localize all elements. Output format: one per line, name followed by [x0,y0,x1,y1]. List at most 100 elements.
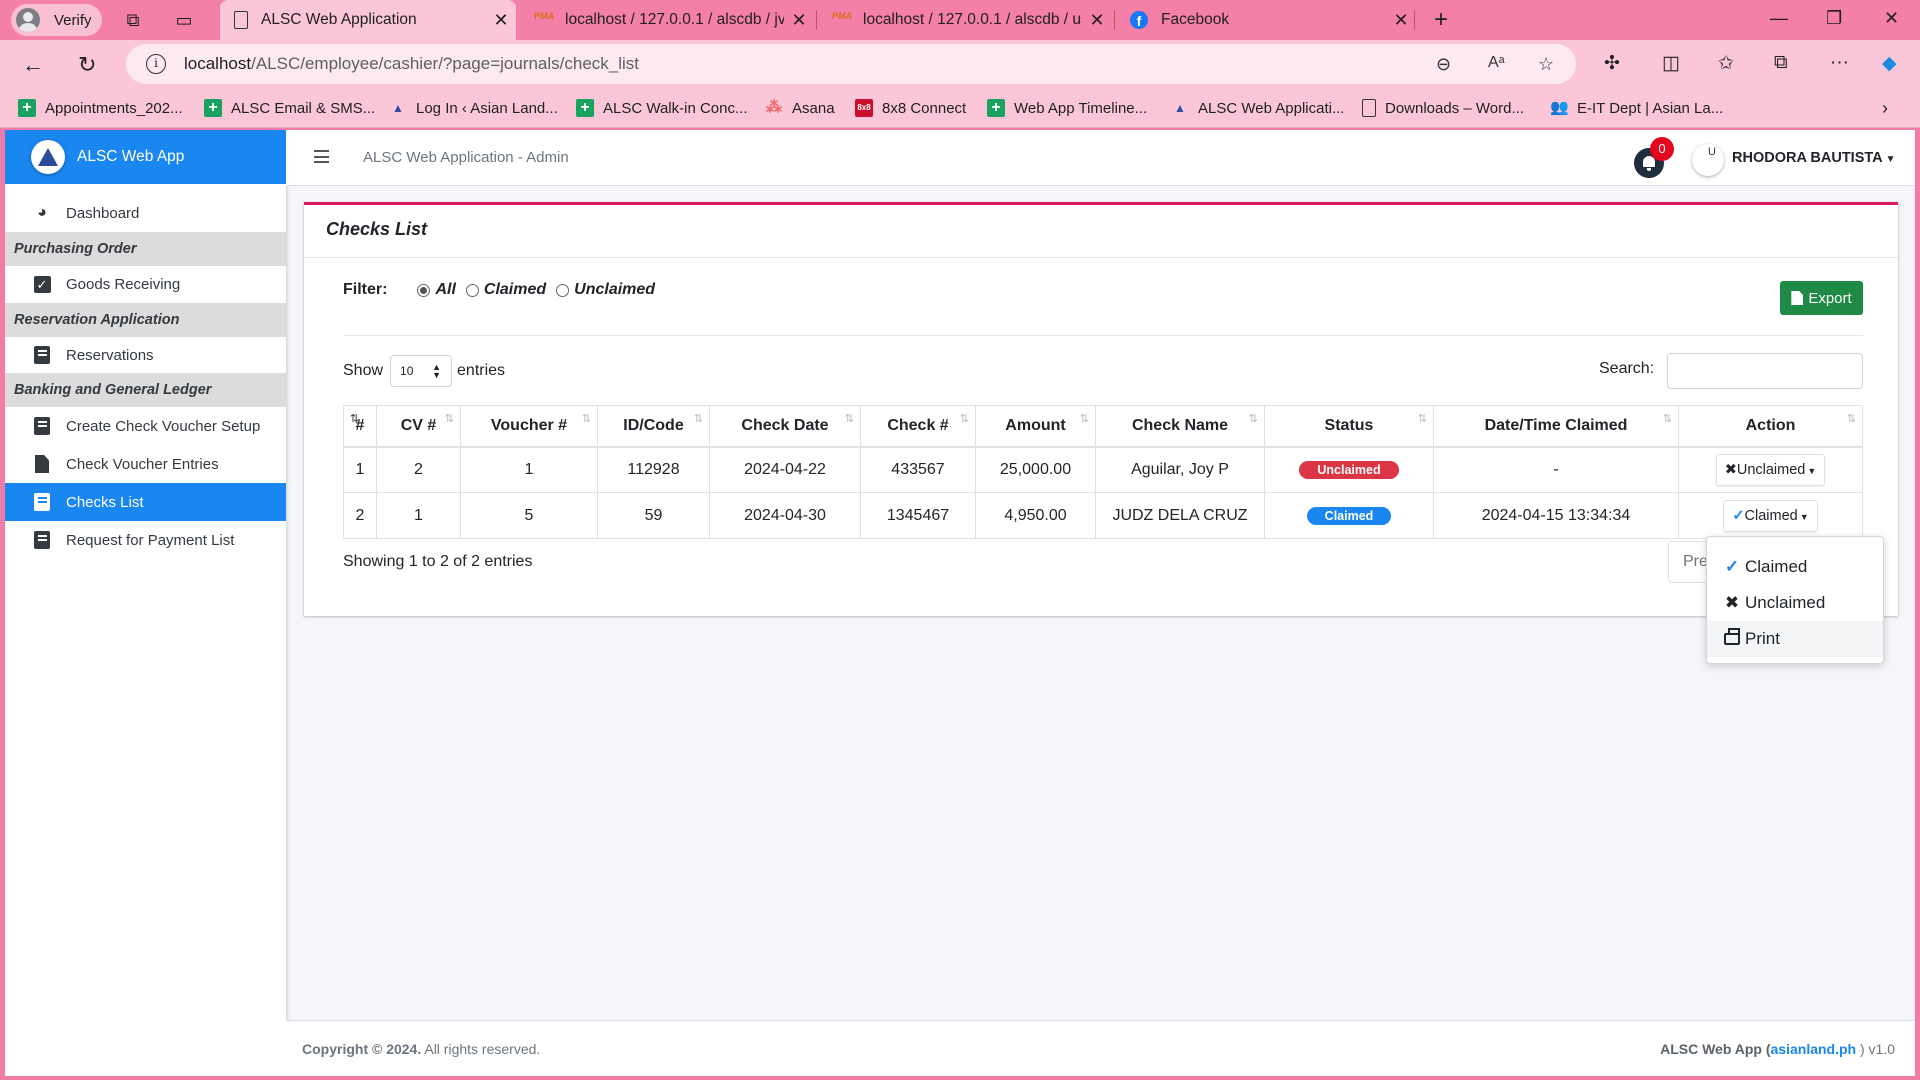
column-header[interactable]: Status ⇅ [1264,405,1434,448]
asianland-link[interactable]: asianland.ph [1771,1041,1857,1057]
close-tab-icon[interactable]: ✕ [784,10,814,31]
printer-icon [1723,627,1741,650]
sidebar-item-create-check-voucher[interactable]: Create Check Voucher Setup [5,407,286,445]
bookmark-downloads-word[interactable]: Downloads – Word... [1362,88,1524,128]
column-header[interactable]: CV # ⇅ [376,405,461,448]
notification-count-badge: 0 [1650,137,1674,161]
status-badge: Claimed [1307,506,1391,525]
filter-radio-unclaimed[interactable]: Unclaimed [556,281,655,299]
column-header[interactable]: Action ⇅ [1678,405,1863,448]
minimize-icon[interactable]: — [1770,8,1788,29]
filter-radio-claimed[interactable]: Claimed [465,281,546,299]
bookmark-eit-dept[interactable]: 👥 E-IT Dept | Asian La... [1550,88,1723,128]
tab-alsc-web-application[interactable]: ALSC Web Application ✕ [220,0,516,40]
workspaces-icon[interactable]: ⧉ [122,9,144,31]
action-dropdown-button[interactable]: ✖Unclaimed ▼ [1715,453,1826,486]
user-avatar[interactable]: U [1692,144,1724,176]
site-info-icon[interactable]: i [146,54,166,74]
bookmark-alsc-email-sms[interactable]: + ALSC Email & SMS... [204,88,375,128]
table-row: 1 2 1 112928 2024-04-22 433567 25,000.00… [343,446,1863,493]
action-dropdown-button[interactable]: ✓Claimed ▼ [1723,499,1818,532]
collections-icon[interactable]: ⧉ [1774,52,1788,74]
close-tab-icon[interactable]: ✕ [1082,10,1112,31]
bookmark-appointments[interactable]: + Appointments_202... [18,88,183,128]
close-window-icon[interactable]: ✕ [1884,8,1899,29]
sidebar-item-goods-receiving[interactable]: ✓ Goods Receiving [5,266,286,303]
sidebar-item-reservations[interactable]: Reservations [5,337,286,373]
address-bar-row: ← ↻ i localhost/ALSC/employee/cashier/?p… [0,40,1920,88]
column-header[interactable]: ⇅ # [343,405,377,448]
close-tab-icon[interactable]: ✕ [486,10,516,31]
search-label: Search: [1599,360,1655,377]
url-bar[interactable]: i localhost/ALSC/employee/cashier/?page=… [126,44,1576,84]
8x8-icon: 8x8 [855,99,873,117]
table-info: Showing 1 to 2 of 2 entries [343,553,533,570]
user-menu[interactable]: RHODORA BAUTISTA ▼ [1732,150,1896,166]
favorites-icon[interactable]: ✩ [1718,52,1734,75]
sidebar-item-check-voucher-entries[interactable]: Check Voucher Entries [5,445,286,483]
menu-item-claimed[interactable]: ✓ Claimed [1707,549,1883,585]
status-badge: Unclaimed [1299,460,1399,479]
sidebar-item-dashboard[interactable]: ◕ Dashboard [5,194,286,232]
table-row: 2 1 5 59 2024-04-30 1345467 4,950.00 JUD… [343,492,1863,539]
column-header[interactable]: Voucher # ⇅ [460,405,598,448]
bookmark-asana[interactable]: ⁂ Asana [765,88,835,128]
search-input[interactable] [1667,353,1863,389]
entries-length-control: Show 10 ▲ ▼ entries [343,355,505,387]
tab-phpmyadmin-jv[interactable]: PMA localhost / 127.0.0.1 / alscdb / jv … [520,0,814,40]
google-sheets-icon: + [987,99,1005,117]
extensions-icon[interactable]: ✣ [1604,52,1620,75]
entries-select[interactable]: 10 ▲ ▼ [390,355,453,387]
favorite-star-icon[interactable]: ☆ [1538,54,1554,75]
back-icon[interactable]: ← [22,52,44,78]
menu-item-unclaimed[interactable]: ✖ Unclaimed [1707,585,1883,621]
profile-avatar-icon [16,8,40,32]
filter-radio-all[interactable]: All [417,281,456,299]
filter-row: Filter: All Claimed Unclaimed [343,281,665,299]
column-header[interactable]: Check # ⇅ [860,405,976,448]
tab-facebook[interactable]: f Facebook ✕ [1116,0,1416,40]
tab-actions-icon[interactable]: ▭ [173,9,195,31]
alsc-logo-icon: ▲ [1174,101,1186,115]
file-export-icon [1791,291,1804,305]
new-tab-icon[interactable]: + [1430,8,1452,32]
sidebar-item-checks-list[interactable]: Checks List [5,483,286,521]
bookmark-8x8-connect[interactable]: 8x8 8x8 Connect [855,88,966,128]
sidebar-item-request-payment[interactable]: Request for Payment List [5,521,286,559]
bookmark-alsc-web-application[interactable]: ▲ ALSC Web Applicati... [1171,88,1344,128]
column-header[interactable]: Check Name ⇅ [1095,405,1265,448]
footer: Copyright © 2024. All rights reserved. A… [286,1020,1915,1076]
sidebar-section-banking: Banking and General Ledger [5,373,286,407]
column-header[interactable]: Amount ⇅ [975,405,1096,448]
bookmark-web-app-timeline[interactable]: + Web App Timeline... [987,88,1147,128]
brand-link[interactable]: ALSC Web App [5,130,286,184]
hamburger-menu-icon[interactable] [314,150,329,163]
tab-separator [816,10,817,30]
radio-icon [465,283,479,297]
bookmark-login-asian-land[interactable]: ▲ Log In ‹ Asian Land... [389,88,558,128]
book-icon [32,492,52,512]
menu-item-print[interactable]: Print [1707,621,1883,657]
tab-phpmyadmin-us[interactable]: PMA localhost / 127.0.0.1 / alscdb / us … [818,0,1112,40]
book-icon [32,416,52,436]
caret-down-icon: ▼ [1807,465,1817,476]
column-header[interactable]: Check Date ⇅ [709,405,861,448]
copilot-icon[interactable]: ◆ [1882,52,1897,75]
profile-label: Verify [54,11,92,29]
card-title: Checks List [304,205,1898,258]
profile-button[interactable]: Verify [11,4,102,36]
split-screen-icon[interactable]: ◫ [1662,52,1680,75]
more-menu-icon[interactable]: ··· [1830,52,1849,74]
column-header[interactable]: Date/Time Claimed ⇅ [1433,405,1679,448]
zoom-icon[interactable]: ⊖ [1436,54,1451,75]
radio-icon [556,283,570,297]
column-header[interactable]: ID/Code ⇅ [597,405,710,448]
export-button[interactable]: Export [1780,281,1863,315]
bookmark-alsc-walk-in[interactable]: + ALSC Walk-in Conc... [576,88,748,128]
footer-version: ALSC Web App (asianland.ph ) v1.0 [1660,1041,1895,1057]
read-aloud-icon[interactable]: Aᵃ [1488,54,1505,72]
chevron-right-icon[interactable]: › [1882,88,1888,128]
refresh-icon[interactable]: ↻ [78,52,96,78]
close-tab-icon[interactable]: ✕ [1386,10,1416,31]
restore-icon[interactable]: ❐ [1826,8,1842,29]
